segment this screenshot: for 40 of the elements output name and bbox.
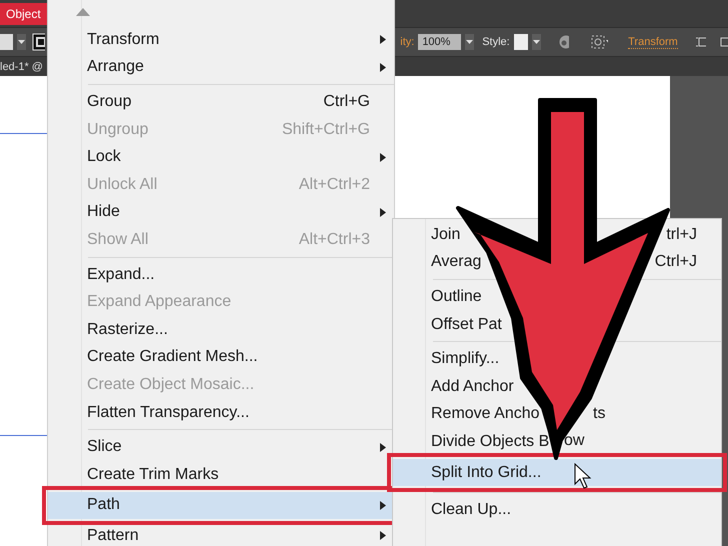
- menu-item[interactable]: Rasterize...: [48, 316, 394, 344]
- menu-item[interactable]: Simplify...: [393, 345, 721, 373]
- selection-icon[interactable]: [591, 35, 608, 49]
- menu-item[interactable]: Arrange: [48, 54, 394, 82]
- style-label: Style:: [482, 36, 510, 48]
- menu-item[interactable]: Offset Pat: [393, 310, 721, 338]
- menu-item[interactable]: Remove Ancho ts: [393, 400, 721, 428]
- arrange-icon[interactable]: [720, 35, 728, 49]
- menu-item[interactable]: Pattern: [48, 522, 394, 546]
- mouse-cursor-icon: [574, 462, 592, 489]
- menu-item[interactable]: Clean Up...: [393, 496, 721, 524]
- caret-icon: [18, 40, 25, 44]
- dropdown-button[interactable]: [532, 34, 541, 50]
- dropdown-button[interactable]: [465, 34, 474, 50]
- caret-icon: [466, 40, 474, 44]
- caret-icon: [532, 40, 540, 44]
- transform-link[interactable]: Transform: [628, 36, 678, 48]
- menu-item[interactable]: Create Trim Marks: [48, 460, 394, 488]
- menu-item[interactable]: Create Gradient Mesh...: [48, 344, 394, 372]
- menu-item[interactable]: Divide Objects B ow: [393, 428, 721, 456]
- menu-item[interactable]: Lock: [48, 143, 394, 171]
- menu-item[interactable]: Split Into Grid...: [393, 458, 721, 486]
- menu-item[interactable]: Path: [48, 492, 394, 520]
- opacity-label: ity:: [400, 36, 414, 48]
- style-swatch[interactable]: [514, 34, 528, 50]
- dropdown-button[interactable]: [16, 34, 26, 50]
- menu-item[interactable]: Expand...: [48, 260, 394, 288]
- menu-item[interactable]: Add Anchor: [393, 372, 721, 401]
- menu-item[interactable]: Group Ctrl+G: [48, 88, 394, 116]
- opacity-field[interactable]: 100%: [418, 34, 462, 50]
- align-icon[interactable]: [696, 35, 706, 49]
- menu-item[interactable]: Transform: [48, 26, 394, 54]
- menu-item[interactable]: Outline: [393, 283, 721, 311]
- document-tab-title[interactable]: led-1* @: [0, 60, 43, 72]
- menu-item[interactable]: Flatten Transparency...: [48, 398, 394, 426]
- stroke-icon[interactable]: [32, 33, 46, 51]
- fill-field[interactable]: [0, 34, 13, 50]
- menu-item[interactable]: Hide: [48, 198, 394, 226]
- menu-item[interactable]: Slice: [48, 433, 394, 461]
- menu-title[interactable]: Object: [0, 2, 47, 24]
